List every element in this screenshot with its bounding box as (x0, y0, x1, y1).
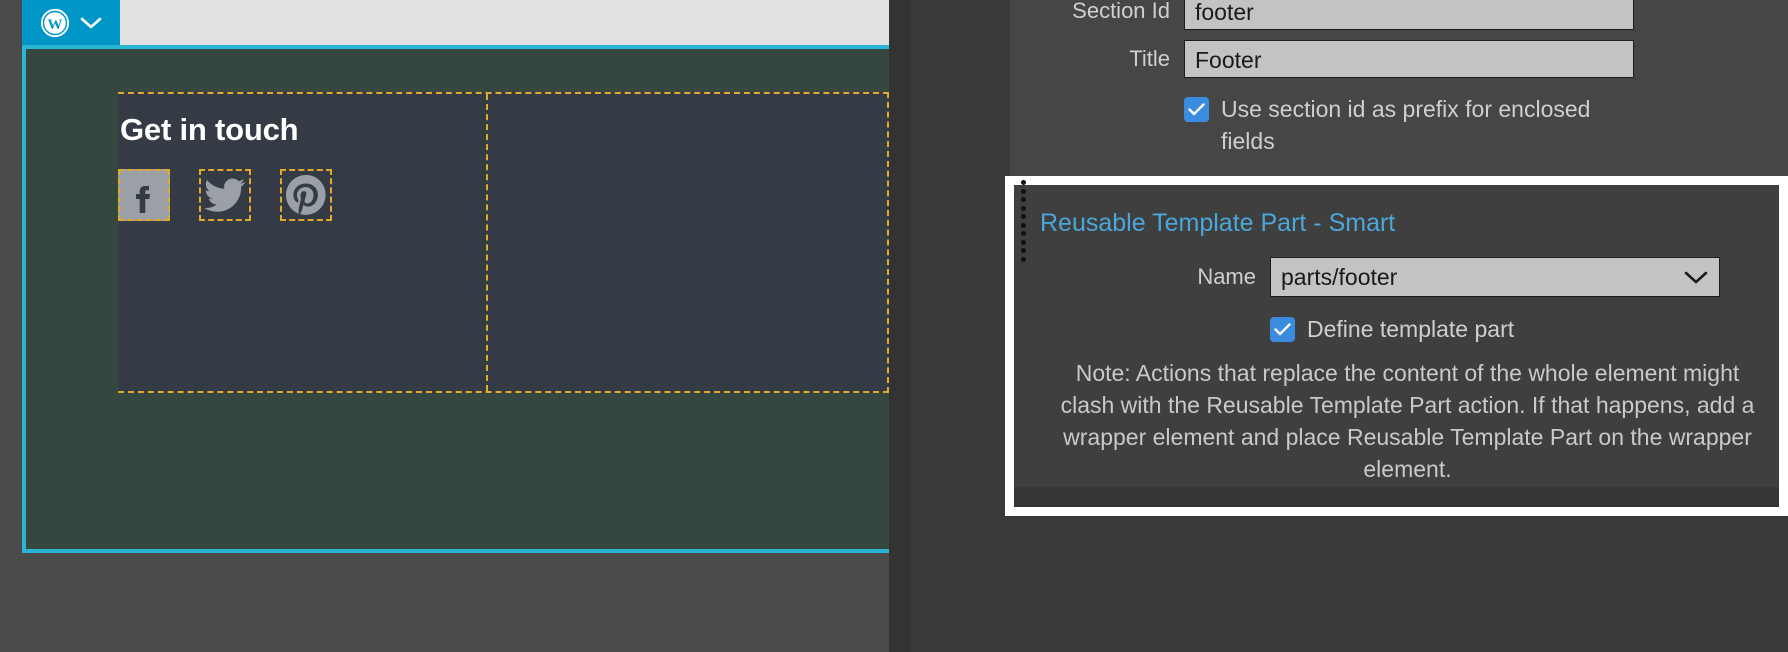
wordpress-admin-bar (22, 0, 889, 45)
use-prefix-checkbox-label: Use section id as prefix for enclosed fi… (1221, 96, 1591, 154)
facebook-icon[interactable] (118, 169, 170, 221)
define-template-part-checkbox-row[interactable]: Define template part (1270, 313, 1514, 345)
title-label: Title (1129, 46, 1170, 71)
define-template-part-checkbox-label: Define template part (1307, 316, 1515, 342)
reusable-template-part-panel-highlight: Reusable Template Part - Smart Name part… (1005, 176, 1788, 516)
page-preview-pane: W Get in touch (0, 0, 889, 652)
twitter-icon[interactable] (199, 169, 251, 221)
template-part-name-row: Name parts/footer (1014, 257, 1779, 297)
title-row: Title Footer (1010, 40, 1788, 78)
properties-pane: Section Id footer Title Footer Use secti… (911, 0, 1788, 652)
check-icon (1188, 103, 1205, 116)
footer-section-background: Get in touch (26, 49, 889, 549)
social-icon-row (118, 169, 332, 221)
footer-content-block[interactable]: Get in touch (118, 92, 889, 393)
properties-pane-filler (1010, 516, 1788, 652)
template-part-name-label: Name (1197, 264, 1256, 289)
footer-column-left[interactable]: Get in touch (118, 94, 486, 391)
selected-footer-section[interactable]: Get in touch (22, 45, 889, 553)
template-part-name-select[interactable]: parts/footer (1270, 257, 1720, 297)
footer-column-right[interactable] (486, 94, 887, 391)
reusable-template-part-panel: Reusable Template Part - Smart Name part… (1014, 185, 1779, 507)
define-template-part-checkbox[interactable] (1270, 317, 1295, 342)
wordpress-admin-bar-menu[interactable]: W (22, 0, 120, 45)
section-properties-panel: Section Id footer Title Footer Use secti… (1010, 0, 1788, 184)
svg-text:W: W (48, 17, 63, 33)
section-id-row: Section Id footer (1010, 0, 1788, 30)
selection-bottom-border (22, 549, 889, 553)
pane-splitter[interactable] (889, 0, 911, 652)
chevron-down-icon[interactable] (80, 16, 102, 30)
template-part-name-value: parts/footer (1281, 263, 1398, 290)
use-prefix-checkbox-row[interactable]: Use section id as prefix for enclosed fi… (1184, 93, 1604, 157)
app-root: W Get in touch Section Id footer Title F… (0, 0, 1788, 652)
section-id-input[interactable]: footer (1184, 0, 1634, 30)
reusable-template-part-note: Note: Actions that replace the content o… (1060, 360, 1755, 482)
section-id-label: Section Id (1072, 0, 1170, 23)
title-input[interactable]: Footer (1184, 40, 1634, 78)
reusable-template-part-title: Reusable Template Part - Smart (1040, 209, 1396, 237)
chevron-down-icon (1683, 269, 1709, 285)
check-icon (1274, 323, 1291, 336)
pinterest-icon[interactable] (280, 169, 332, 221)
drag-handle-dots-icon[interactable] (1021, 180, 1029, 262)
footer-heading: Get in touch (120, 112, 299, 147)
wordpress-logo-icon: W (40, 8, 70, 38)
use-prefix-checkbox[interactable] (1184, 97, 1209, 122)
